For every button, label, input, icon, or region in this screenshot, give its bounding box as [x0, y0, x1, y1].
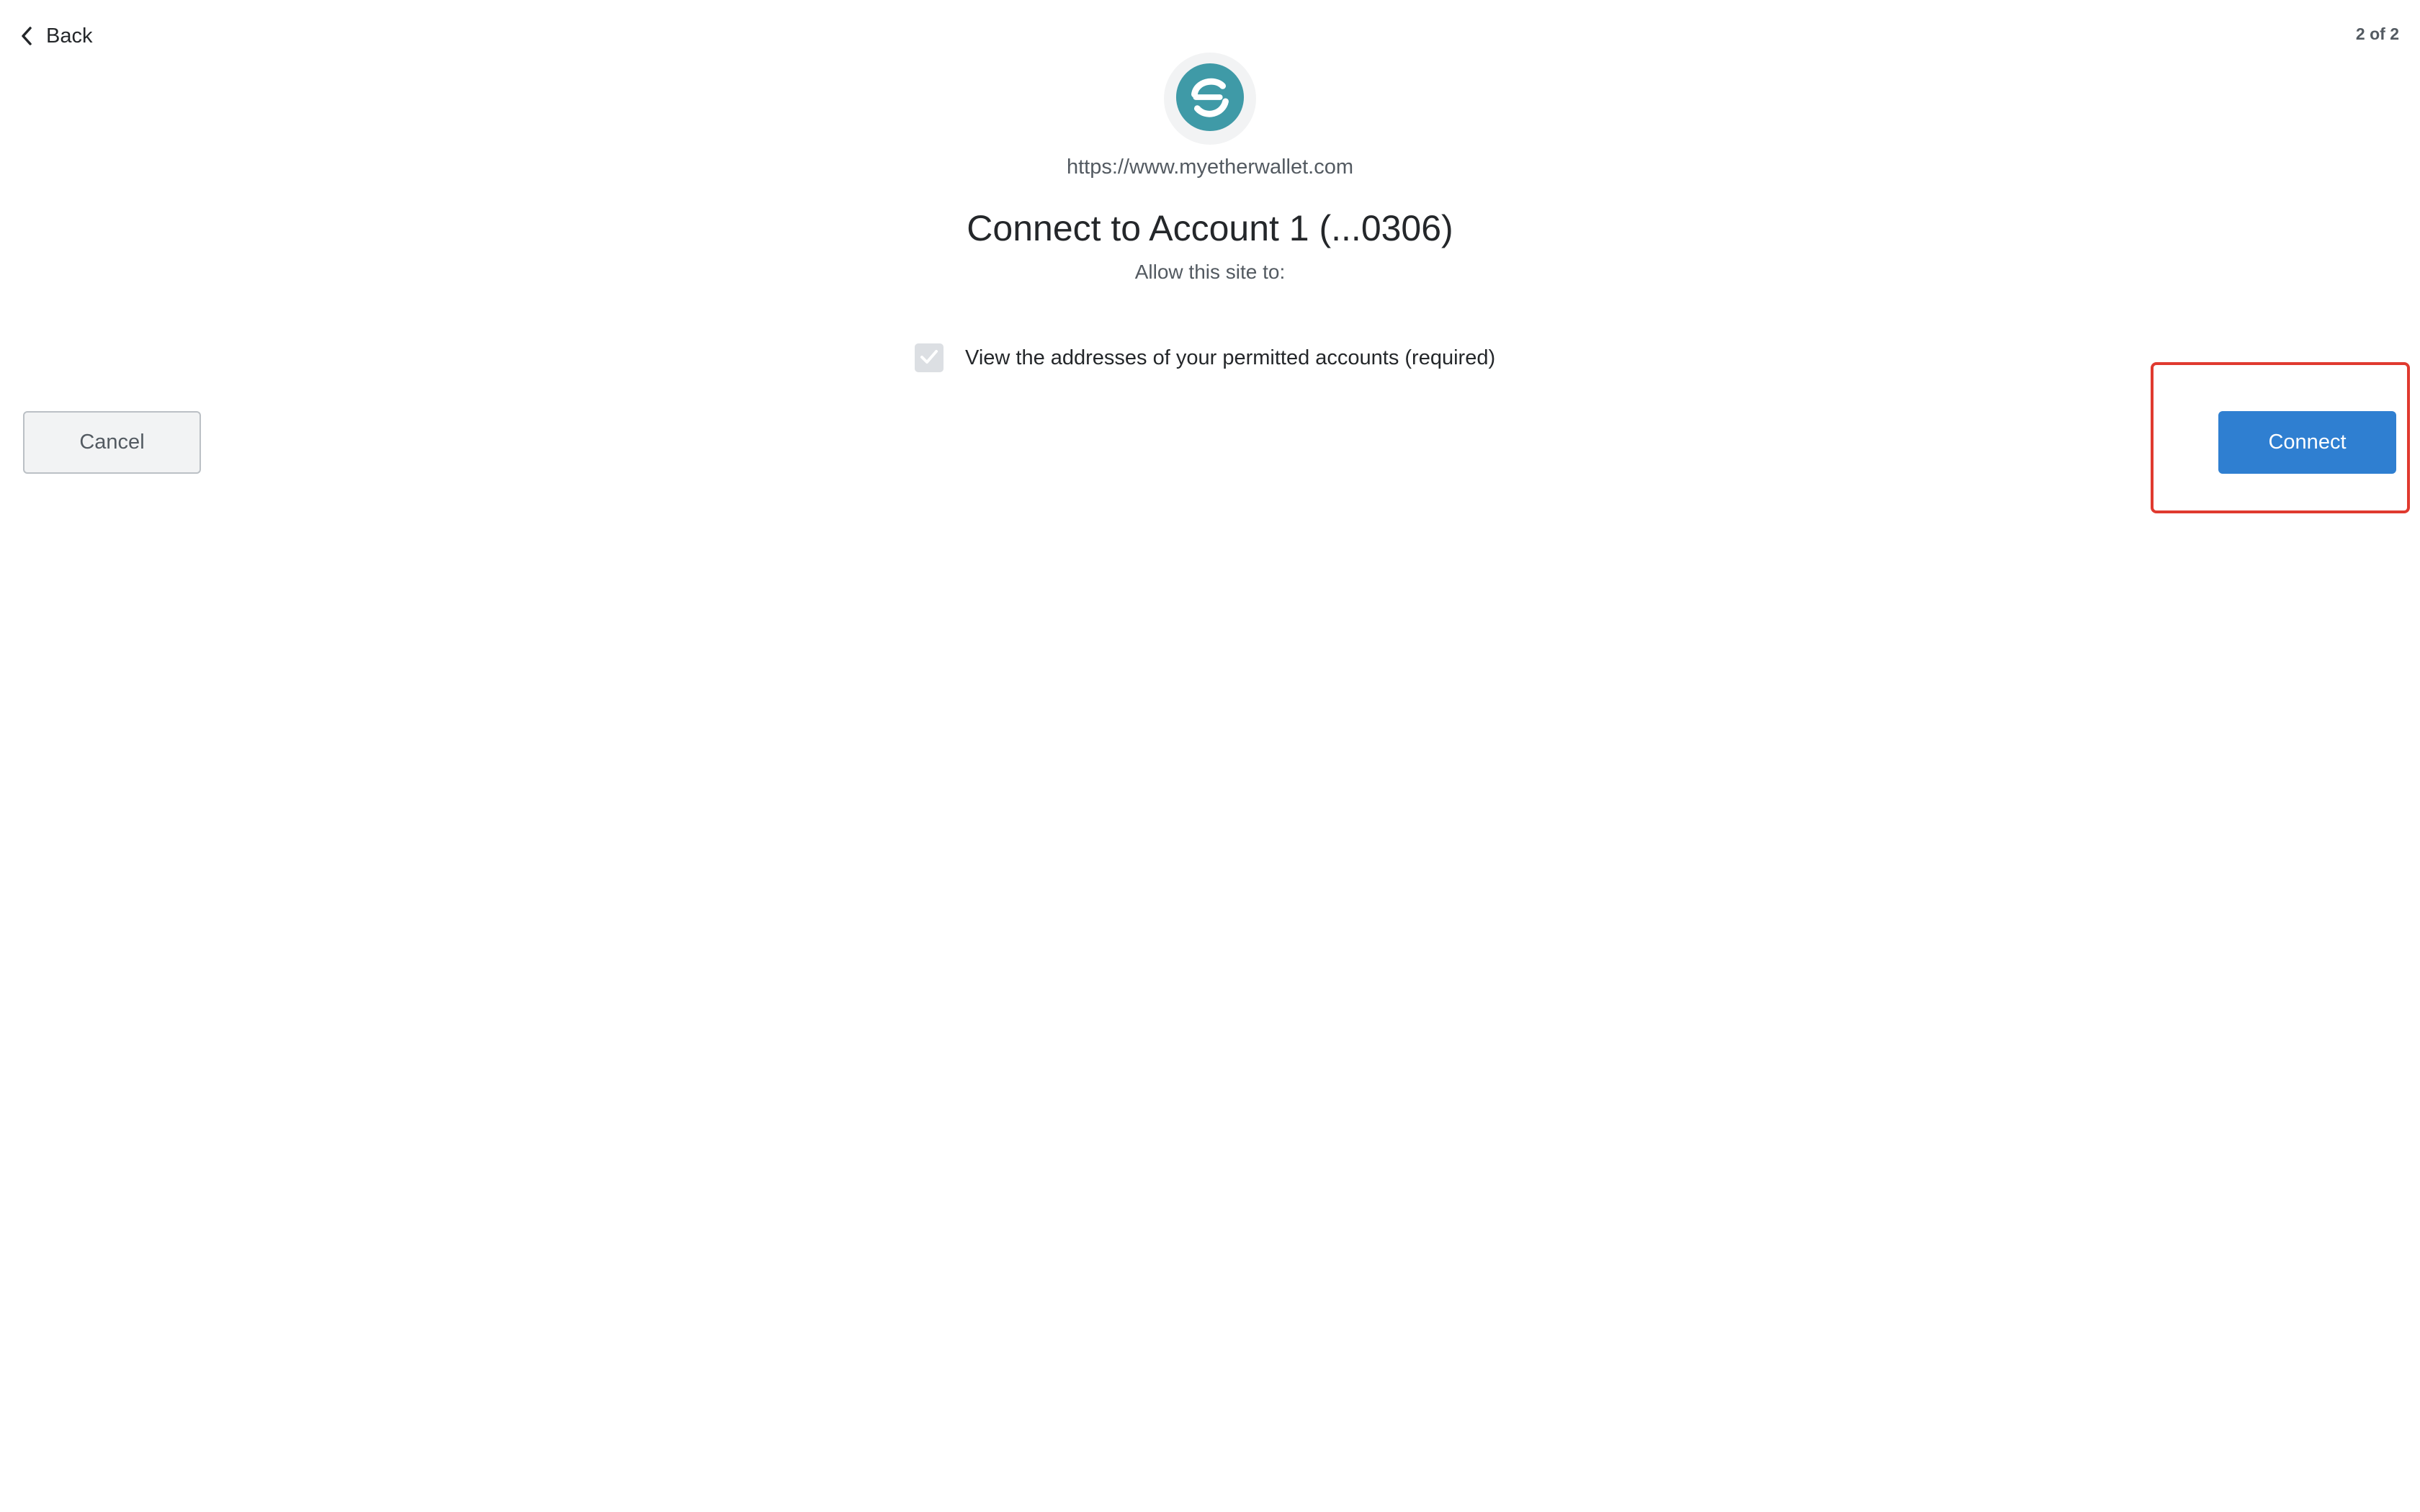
site-url: https://www.myetherwallet.com: [1066, 156, 1354, 179]
site-icon: [1164, 53, 1256, 145]
back-button[interactable]: Back: [20, 20, 92, 52]
permission-label: View the addresses of your permitted acc…: [965, 346, 1496, 369]
myetherwallet-logo-icon: [1175, 62, 1245, 136]
checkmark-icon: [919, 348, 939, 369]
page-subtitle: Allow this site to:: [1134, 261, 1286, 283]
highlight-annotation: [2151, 362, 2410, 513]
chevron-left-icon: [20, 26, 33, 46]
page-title: Connect to Account 1 (...0306): [967, 208, 1453, 248]
permission-item: View the addresses of your permitted acc…: [915, 343, 1495, 373]
step-counter: 2 of 2: [2355, 24, 2399, 43]
cancel-button[interactable]: Cancel: [23, 411, 201, 474]
permission-checkbox[interactable]: [915, 343, 944, 372]
connect-page: Back 2 of 2 https://www.myetherwallet.co…: [0, 0, 2420, 1512]
back-label: Back: [46, 24, 93, 48]
